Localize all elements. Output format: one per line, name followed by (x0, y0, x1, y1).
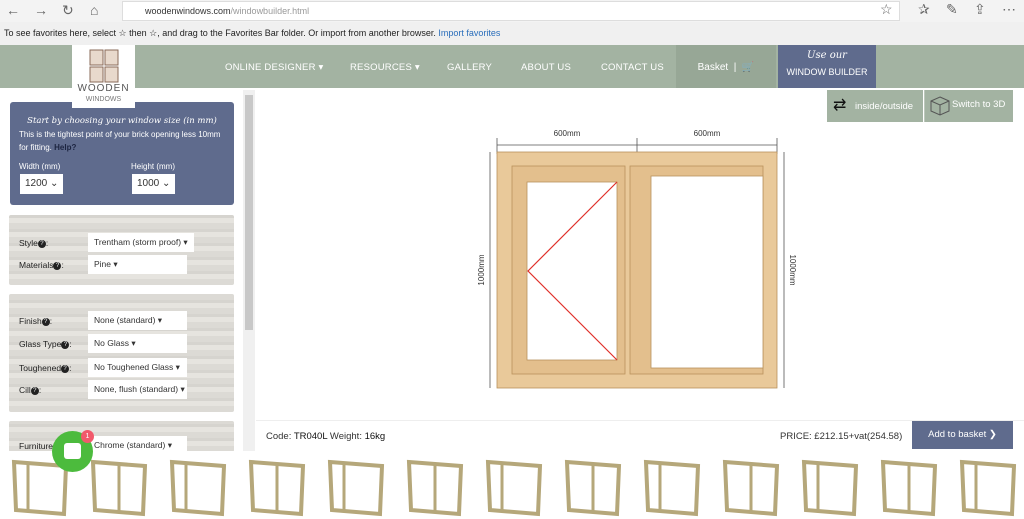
window-style-thumbnail[interactable] (245, 456, 311, 518)
import-favorites-link[interactable]: Import favorites (438, 28, 500, 38)
address-bar[interactable]: woodenwindows.com/windowbuilder.html (122, 1, 900, 21)
more-icon[interactable]: ⋯ (1002, 1, 1016, 18)
favorite-star-icon[interactable]: ☆ (880, 1, 893, 18)
chevron-down-icon: ⌄ (162, 178, 171, 189)
option-label-glass-type: Glass Type?: (19, 339, 72, 349)
nav-contact-us[interactable]: CONTACT US (601, 62, 664, 73)
option-label-finish: Finish?: (19, 316, 53, 326)
logo-subtext: WINDOWS (85, 96, 122, 103)
size-desc: This is the tightest point of your brick… (19, 130, 221, 152)
product-code: Code: TR040L Weight: 16kg (266, 431, 386, 442)
favorites-icon[interactable]: ✰ (918, 1, 930, 18)
logo[interactable]: WOODEN WINDOWS (72, 45, 135, 108)
chat-icon (64, 443, 81, 459)
height-value: 1000 (137, 178, 160, 189)
option-select-materials[interactable]: Pine ▾ (88, 255, 187, 274)
help-icon[interactable]: ? (37, 239, 46, 248)
option-label-cill: Cill?: (19, 385, 42, 395)
price: PRICE: £212.15+vat(254.58) (780, 431, 903, 442)
back-icon[interactable]: ← (6, 2, 20, 18)
favorites-text: To see favorites here, select ☆ then ☆, … (4, 28, 436, 38)
option-select-toughened[interactable]: No Toughened Glass ▾ (88, 358, 187, 377)
window-style-thumbnail[interactable] (561, 456, 627, 518)
width-label: Width (mm) (19, 162, 61, 171)
help-icon[interactable]: ? (61, 364, 70, 373)
height-dim-left: 1000mm (477, 254, 486, 285)
window-style-thumbnail[interactable] (482, 456, 548, 518)
width-dim-left: 600mm (554, 129, 581, 138)
logo-text: WOODEN (77, 83, 130, 94)
size-title: Start by choosing your window size (in m… (27, 116, 217, 126)
window-style-thumbnail[interactable] (877, 456, 943, 518)
height-select[interactable]: 1000 ⌄ (132, 174, 175, 194)
home-icon[interactable]: ⌂ (90, 2, 98, 18)
forward-icon[interactable]: → (34, 2, 48, 18)
option-select-cill[interactable]: None, flush (standard) ▾ (88, 380, 187, 399)
help-icon[interactable]: ? (61, 340, 70, 349)
browser-toolbar: ← → ↻ ⌂ woodenwindows.com/windowbuilder.… (0, 0, 1024, 22)
share-icon[interactable]: ⇪ (974, 1, 986, 18)
help-icon[interactable]: ? (53, 261, 62, 270)
switch-3d-label: Switch to 3D (952, 99, 1006, 110)
size-panel: Start by choosing your window size (in m… (10, 102, 234, 205)
width-dim-right: 600mm (694, 129, 721, 138)
cart-icon: 🛒 (741, 62, 755, 73)
right-glass (650, 175, 764, 369)
chat-badge: 1 (81, 430, 94, 443)
help-link[interactable]: Help? (54, 143, 76, 152)
url-domain: woodenwindows.com (145, 6, 231, 16)
width-value: 1200 (25, 178, 48, 189)
inside-outside-button[interactable]: ⇄ inside/outside (827, 90, 923, 122)
left-glass (526, 181, 618, 361)
window-drawing: 600mm 600mm 1000mm 1000mm (477, 129, 797, 389)
builder-tagline: Use our (807, 50, 847, 61)
height-dim-right: 1000mm (788, 254, 797, 285)
window-style-thumbnail[interactable] (640, 456, 706, 518)
option-label-materials: Materials?: (19, 260, 64, 270)
option-label-toughened: Toughened?: (19, 363, 72, 373)
logo-window-icon (89, 49, 118, 83)
window-style-thumbnail[interactable] (403, 456, 469, 518)
option-select-finish[interactable]: None (standard) ▾ (88, 311, 187, 330)
add-to-basket-button[interactable]: Add to basket ❯ (912, 421, 1013, 449)
favorites-bar: To see favorites here, select ☆ then ☆, … (0, 22, 1024, 45)
scrollbar-thumb[interactable] (245, 95, 253, 330)
switch-3d-button[interactable]: Switch to 3D (924, 90, 1013, 122)
option-label-style: Style?: (19, 238, 49, 248)
nav-resources[interactable]: RESOURCES ▾ (350, 62, 420, 73)
option-select-glass-type[interactable]: No Glass ▾ (88, 334, 187, 353)
footer-bar: Code: TR040L Weight: 16kg PRICE: £212.15… (256, 420, 1024, 451)
basket-label: Basket (697, 62, 729, 73)
nav-gallery[interactable]: GALLERY (447, 62, 492, 73)
chevron-down-icon: ⌄ (50, 178, 59, 189)
help-icon[interactable]: ? (41, 317, 50, 326)
nav-about-us[interactable]: ABOUT US (521, 62, 571, 73)
option-select-style[interactable]: Trentham (storm proof) ▾ (88, 233, 194, 252)
inside-outside-label: inside/outside (855, 101, 914, 112)
window-style-thumbnail[interactable] (87, 456, 153, 518)
width-select[interactable]: 1200 ⌄ (20, 174, 63, 194)
swap-icon: ⇄ (833, 97, 847, 114)
height-label: Height (mm) (131, 162, 176, 171)
window-style-thumbnail[interactable] (956, 456, 1022, 518)
cube-icon (930, 96, 950, 116)
window-style-thumbnail[interactable] (798, 456, 864, 518)
window-style-thumbnail[interactable] (166, 456, 232, 518)
notes-icon[interactable]: ✎ (946, 1, 958, 18)
window-style-thumbnail[interactable] (719, 456, 785, 518)
basket-link[interactable]: Basket | 🛒 (676, 45, 776, 88)
window-builder-button[interactable]: Use our WINDOW BUILDER (778, 45, 876, 88)
help-icon[interactable]: ? (30, 386, 39, 395)
nav-online-designer[interactable]: ONLINE DESIGNER ▾ (225, 62, 323, 73)
url-path: /windowbuilder.html (230, 6, 310, 16)
refresh-icon[interactable]: ↻ (62, 2, 74, 19)
builder-label: WINDOW BUILDER (786, 67, 868, 77)
window-style-thumbnail[interactable] (324, 456, 390, 518)
